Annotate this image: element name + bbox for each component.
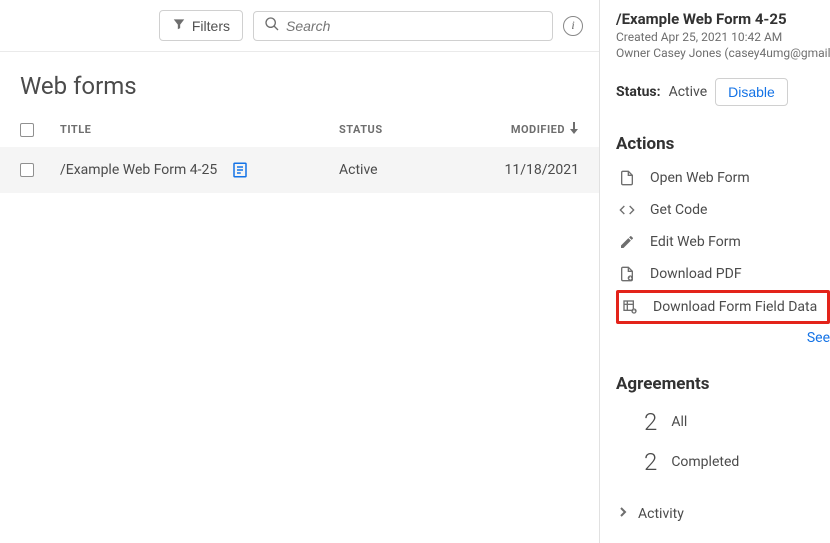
select-all-checkbox[interactable]: [20, 123, 34, 137]
action-label: Get Code: [650, 202, 707, 218]
pencil-icon: [618, 234, 636, 250]
see-link[interactable]: See: [616, 330, 830, 346]
sort-down-icon: [569, 122, 579, 137]
panel-created: Created Apr 25, 2021 10:42 AM: [616, 30, 830, 44]
info-icon[interactable]: i: [563, 16, 583, 36]
panel-owner: Owner Casey Jones (casey4umg@gmail.com): [616, 46, 830, 60]
webform-icon: [231, 161, 249, 179]
status-value: Active: [669, 84, 708, 100]
row-status: Active: [339, 162, 469, 178]
col-status[interactable]: STATUS: [339, 123, 469, 136]
toolbar: Filters i: [0, 0, 599, 52]
agreement-count: 2: [644, 448, 657, 476]
action-open-web-form[interactable]: Open Web Form: [616, 162, 830, 194]
search-input[interactable]: [286, 18, 542, 34]
col-title[interactable]: TITLE: [60, 123, 339, 136]
action-label: Open Web Form: [650, 170, 750, 186]
action-label: Edit Web Form: [650, 234, 741, 250]
filter-icon: [172, 17, 186, 34]
agreement-all[interactable]: 2 All: [616, 402, 830, 442]
row-checkbox[interactable]: [20, 163, 34, 177]
status-row: Status: Active Disable: [616, 78, 830, 106]
agreement-completed[interactable]: 2 Completed: [616, 442, 830, 482]
activity-row[interactable]: Activity: [616, 494, 830, 534]
filters-button[interactable]: Filters: [159, 10, 243, 41]
page-title: Web forms: [0, 52, 599, 112]
action-label: Download Form Field Data: [653, 299, 817, 315]
agreements-header: Agreements: [616, 374, 830, 394]
search-field[interactable]: [253, 11, 553, 41]
col-modified[interactable]: MODIFIED: [469, 122, 579, 137]
agreement-count: 2: [644, 408, 657, 436]
document-icon: [618, 170, 636, 186]
row-modified: 11/18/2021: [469, 162, 579, 178]
download-pdf-icon: [618, 266, 636, 282]
table-header: TITLE STATUS MODIFIED: [0, 112, 599, 147]
action-download-pdf[interactable]: Download PDF: [616, 258, 830, 290]
search-icon: [264, 16, 280, 36]
disable-button[interactable]: Disable: [715, 78, 788, 106]
row-title-text: /Example Web Form 4-25: [60, 162, 217, 178]
action-download-form-field-data[interactable]: Download Form Field Data: [616, 290, 830, 324]
status-label: Status:: [616, 84, 661, 100]
activity-label: Activity: [638, 506, 684, 522]
panel-title: /Example Web Form 4-25: [616, 10, 830, 28]
code-icon: [618, 202, 636, 218]
chevron-right-icon: [618, 506, 628, 522]
agreement-label: Completed: [671, 454, 739, 470]
actions-header: Actions: [616, 134, 830, 154]
download-data-icon: [621, 299, 639, 315]
details-panel: /Example Web Form 4-25 Created Apr 25, 2…: [600, 0, 830, 543]
table-row[interactable]: /Example Web Form 4-25 Active 11/18/2021: [0, 147, 599, 193]
action-edit-web-form[interactable]: Edit Web Form: [616, 226, 830, 258]
filters-label: Filters: [192, 18, 230, 34]
action-get-code[interactable]: Get Code: [616, 194, 830, 226]
agreement-label: All: [671, 414, 687, 430]
main-panel: Filters i Web forms TITLE STATUS MODIFIE…: [0, 0, 600, 543]
action-label: Download PDF: [650, 266, 742, 282]
